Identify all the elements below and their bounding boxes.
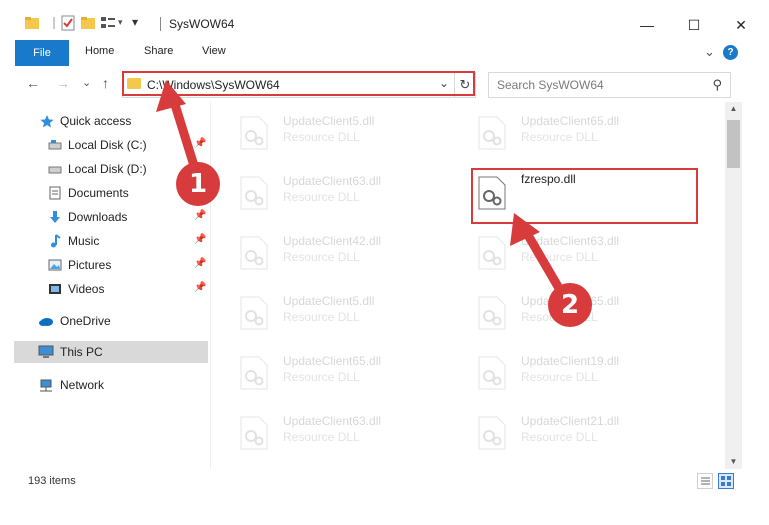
step-2-badge: 2 (548, 283, 592, 327)
arrow-1 (156, 80, 201, 177)
file-explorer-window: ▾ ▾ SysWOW64 — ☐ ✕ File Home Share View … (0, 0, 769, 525)
arrow-2 (510, 213, 565, 295)
step-1-badge: 1 (176, 162, 220, 206)
annotation-arrows (156, 80, 565, 295)
